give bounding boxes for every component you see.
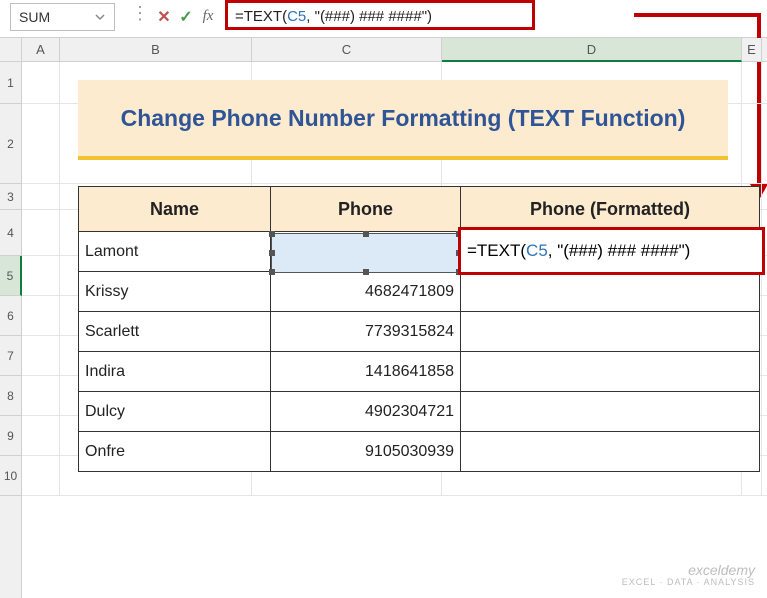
row-headers: 1 2 3 4 5 6 7 8 9 10 xyxy=(0,38,22,598)
editing-cell-d5[interactable]: =TEXT(C5, "(###) ### ####") xyxy=(458,227,765,275)
formula-suffix: , "(###) ### ####") xyxy=(306,8,432,25)
cell[interactable]: 4902304721 xyxy=(270,392,460,432)
referenced-cell-c5[interactable] xyxy=(271,233,460,273)
formula-cell-ref: C5 xyxy=(287,8,306,25)
chevron-down-icon[interactable] xyxy=(94,11,106,23)
cell[interactable] xyxy=(460,392,760,432)
page-title: Change Phone Number Formatting (TEXT Fun… xyxy=(78,80,728,160)
column-header[interactable]: B xyxy=(60,38,252,61)
row-header[interactable]: 10 xyxy=(0,456,21,496)
cell[interactable] xyxy=(460,312,760,352)
table-row: Onfre 9105030939 xyxy=(78,432,760,472)
row-header[interactable]: 2 xyxy=(0,104,21,184)
formula-bar: SUM ⋮ ✕ ✓ fx =TEXT(C5, "(###) ### ####") xyxy=(0,0,767,38)
cell[interactable]: Krissy xyxy=(78,272,270,312)
table-row: Dulcy 4902304721 xyxy=(78,392,760,432)
cell[interactable]: Scarlett xyxy=(78,312,270,352)
cell[interactable] xyxy=(460,352,760,392)
cell[interactable] xyxy=(460,272,760,312)
name-box-value: SUM xyxy=(19,9,50,25)
row-header[interactable]: 4 xyxy=(0,210,21,256)
row-header[interactable]: 5 xyxy=(0,256,22,296)
row-header[interactable]: 3 xyxy=(0,184,21,210)
column-header[interactable]: A xyxy=(22,38,60,61)
row-header[interactable]: 8 xyxy=(0,376,21,416)
column-headers: A B C D E xyxy=(22,38,767,62)
cell[interactable]: Lamont xyxy=(78,232,270,272)
cell-formula-prefix: =TEXT( xyxy=(467,241,526,261)
table-row: Indira 1418641858 xyxy=(78,352,760,392)
column-header[interactable]: D xyxy=(442,38,742,62)
cell[interactable]: Indira xyxy=(78,352,270,392)
fx-button[interactable]: fx xyxy=(197,3,219,31)
table-header[interactable]: Phone (Formatted) xyxy=(460,186,760,232)
separator-icon: ⋮ xyxy=(127,4,153,22)
formula-prefix: =TEXT( xyxy=(235,8,287,25)
confirm-button[interactable]: ✓ xyxy=(175,3,197,31)
watermark-sub: EXCEL · DATA · ANALYSIS xyxy=(622,578,755,588)
fx-icon: fx xyxy=(203,8,214,25)
row-header[interactable]: 7 xyxy=(0,336,21,376)
cell[interactable]: Onfre xyxy=(78,432,270,472)
row-header[interactable]: 9 xyxy=(0,416,21,456)
table-header[interactable]: Name xyxy=(78,186,270,232)
worksheet-grid[interactable]: 1 2 3 4 5 6 7 8 9 10 A B C D E xyxy=(0,38,767,598)
table-header[interactable]: Phone xyxy=(270,186,460,232)
table-row: Scarlett 7739315824 xyxy=(78,312,760,352)
select-all-corner[interactable] xyxy=(0,38,21,62)
formula-input-wrap: =TEXT(C5, "(###) ### ####") xyxy=(225,0,761,34)
name-box[interactable]: SUM xyxy=(10,3,115,31)
cell[interactable]: 9105030939 xyxy=(270,432,460,472)
table-row: Krissy 4682471809 xyxy=(78,272,760,312)
cell[interactable]: 1418641858 xyxy=(270,352,460,392)
cell-formula-ref: C5 xyxy=(526,241,548,261)
grid-body: A B C D E Change Phone Number Formatting… xyxy=(22,38,767,598)
column-header[interactable]: C xyxy=(252,38,442,61)
row-header[interactable]: 1 xyxy=(0,62,21,104)
table-header-row: Name Phone Phone (Formatted) xyxy=(78,186,760,232)
cancel-icon: ✕ xyxy=(157,7,170,27)
cell-formula-suffix: , "(###) ### ####") xyxy=(548,241,691,261)
watermark-main: exceldemy xyxy=(688,562,755,578)
cell[interactable] xyxy=(460,432,760,472)
watermark: exceldemy EXCEL · DATA · ANALYSIS xyxy=(622,563,755,588)
cell[interactable]: 7739315824 xyxy=(270,312,460,352)
formula-input[interactable]: =TEXT(C5, "(###) ### ####") xyxy=(225,8,442,25)
row-header[interactable]: 6 xyxy=(0,296,21,336)
check-icon: ✓ xyxy=(179,7,192,27)
cell[interactable]: Dulcy xyxy=(78,392,270,432)
column-header[interactable]: E xyxy=(742,38,762,61)
cancel-button[interactable]: ✕ xyxy=(153,3,175,31)
cell[interactable]: 4682471809 xyxy=(270,272,460,312)
